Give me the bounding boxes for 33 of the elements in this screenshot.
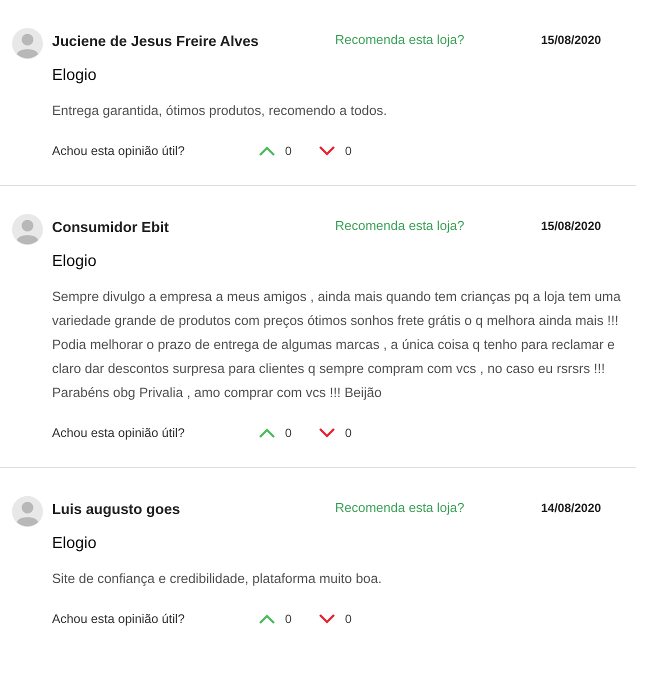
recommend-question: Recomenda esta loja? (335, 218, 466, 232)
thumbs-up-chevron-icon[interactable] (258, 613, 276, 625)
avatar-icon (12, 496, 43, 526)
review-text: Site de confiança e credibilidade, plataforma muito boa. (52, 570, 383, 588)
review-title: Elogio (52, 253, 98, 271)
review-title: Elogio (52, 535, 98, 553)
reviewer-name: Luis augusto goes (52, 502, 182, 518)
downvote-count: 0 (345, 426, 353, 440)
downvote-count: 0 (345, 612, 353, 626)
helpful-question: Achou esta opinião útil? (52, 144, 186, 158)
upvote-count: 0 (285, 144, 293, 158)
thumbs-down-chevron-icon[interactable] (318, 145, 336, 157)
review-text: Sempre divulgo a empresa a meus amigos , ainda mais quando tem crianças pq a loja tem uma variedade grande de produtos com preços ótimos sonhos frete grátis o q melhora ainda mais !!! Podia melhorar o prazo de entrega de algumas marcas , a única coisa q tenho para reclamar e claro dar descontos surpresa para clientes q sempre compram com vcs , no caso eu rsrsrs !!! Parabéns obg Privalia , amo comprar com vcs !!! Beijão (52, 288, 622, 402)
thumbs-up-chevron-icon[interactable] (258, 145, 276, 157)
upvote-count: 0 (285, 426, 293, 440)
review-text: Entrega garantida, ótimos produtos, recomendo a todos. (52, 102, 388, 120)
helpful-question: Achou esta opinião útil? (52, 426, 186, 440)
helpful-question: Achou esta opinião útil? (52, 612, 186, 626)
downvote-count: 0 (345, 144, 353, 158)
recommend-question: Recomenda esta loja? (335, 500, 466, 514)
review-date: 14/08/2020 (541, 501, 602, 515)
thumbs-up-chevron-icon[interactable] (258, 427, 276, 439)
reviewer-name: Juciene de Jesus Freire Alves (52, 34, 260, 50)
avatar-icon (12, 28, 43, 58)
review-date: 15/08/2020 (541, 219, 602, 233)
upvote-count: 0 (285, 612, 293, 626)
recommend-question: Recomenda esta loja? (335, 32, 466, 46)
reviewer-name: Consumidor Ebit (52, 220, 170, 236)
thumbs-down-chevron-icon[interactable] (318, 427, 336, 439)
avatar-icon (12, 214, 43, 244)
review-title: Elogio (52, 67, 98, 85)
review-date: 15/08/2020 (541, 33, 602, 47)
thumbs-down-chevron-icon[interactable] (318, 613, 336, 625)
